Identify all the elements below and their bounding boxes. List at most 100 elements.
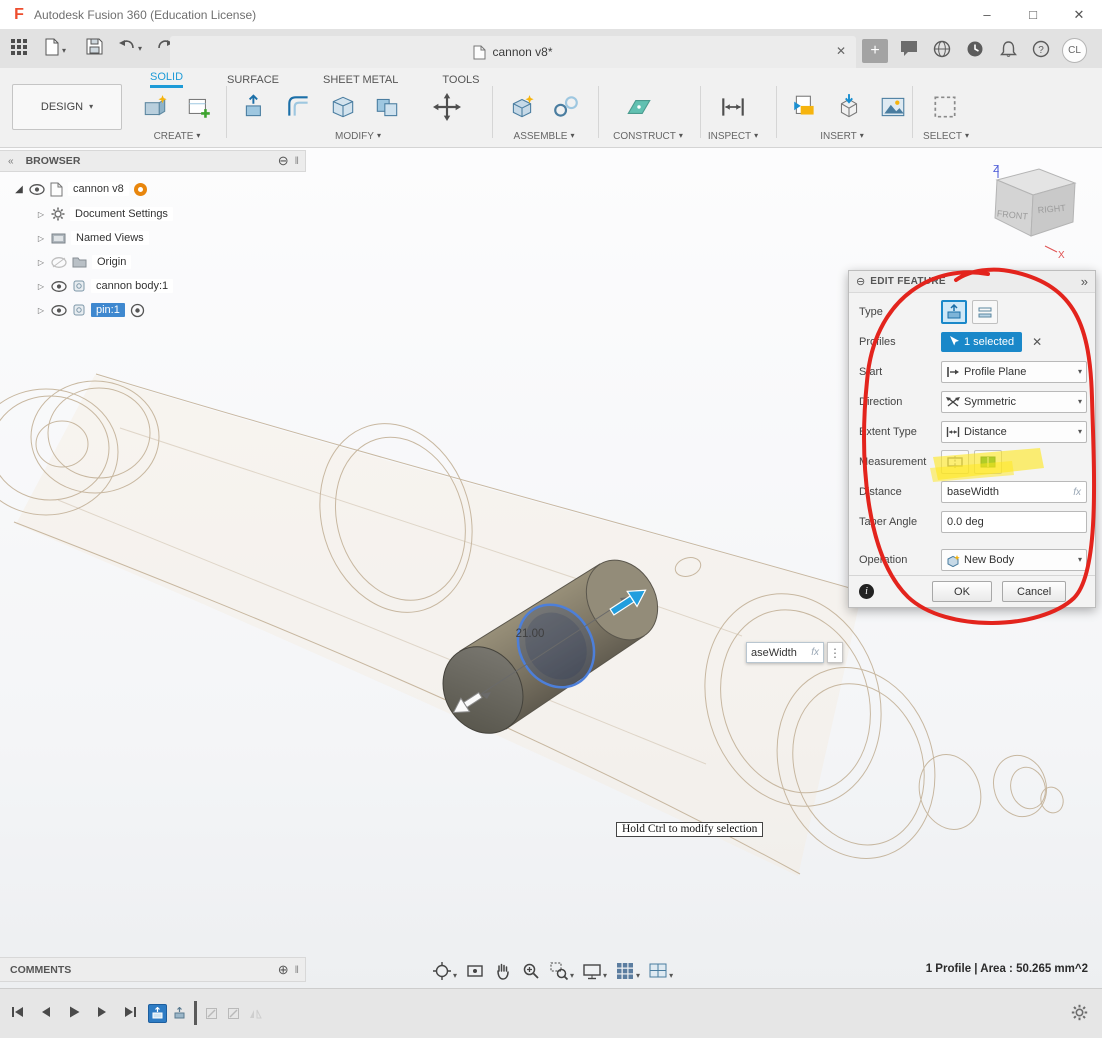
- tab-sheet-metal[interactable]: SHEET METAL: [323, 74, 398, 88]
- construct-group-button[interactable]: CONSTRUCT ▾: [600, 131, 696, 142]
- create-sketch-button[interactable]: [182, 90, 216, 124]
- viewcube[interactable]: FRONT RIGHT Z X: [975, 160, 1095, 265]
- insert-group-button[interactable]: INSERT ▾: [788, 131, 896, 142]
- shell-button[interactable]: [326, 90, 360, 124]
- browser-item-document-settings[interactable]: ▷ Document Settings: [36, 203, 173, 225]
- zoom-button[interactable]: [521, 961, 541, 981]
- create-group-button[interactable]: CREATE ▾: [138, 131, 216, 142]
- display-settings-button[interactable]: ▾: [582, 961, 607, 981]
- direction-dropdown[interactable]: Symmetric ▾: [941, 391, 1087, 413]
- step-forward-button[interactable]: [94, 1004, 110, 1020]
- expand-icon[interactable]: ▷: [36, 234, 46, 243]
- dialog-header[interactable]: ⊖ EDIT FEATURE »: [849, 271, 1095, 293]
- taper-angle-input[interactable]: 0.0 deg: [941, 511, 1087, 533]
- root-expand-icon[interactable]: ◢: [14, 184, 24, 195]
- timeline-feature-sketch[interactable]: [224, 1004, 243, 1023]
- job-status-button[interactable]: [966, 40, 984, 58]
- panel-grip-icon[interactable]: ‖: [295, 964, 299, 976]
- profiles-selected-chip[interactable]: 1 selected: [941, 332, 1022, 352]
- zoom-window-button[interactable]: ▾: [549, 961, 574, 981]
- root-label[interactable]: cannon v8: [68, 182, 129, 196]
- joint-button[interactable]: [549, 90, 583, 124]
- dialog-expand-icon[interactable]: »: [1081, 274, 1088, 289]
- file-menu-button[interactable]: ▾: [44, 38, 66, 56]
- timeline-position-marker[interactable]: [194, 1001, 197, 1025]
- orbit-button[interactable]: ▾: [432, 961, 457, 981]
- assemble-group-button[interactable]: ASSEMBLE ▾: [498, 131, 590, 142]
- expand-icon[interactable]: ▷: [36, 282, 46, 291]
- visibility-eye-icon[interactable]: [29, 184, 45, 195]
- visibility-eye-icon[interactable]: [51, 305, 67, 316]
- ok-button[interactable]: OK: [932, 581, 992, 602]
- visibility-off-eye-icon[interactable]: [51, 257, 67, 268]
- browser-item-pin[interactable]: ▷ pin:1: [36, 299, 145, 321]
- web-button[interactable]: [933, 40, 951, 58]
- timeline-feature-sketch[interactable]: [202, 1004, 221, 1023]
- add-comment-icon[interactable]: ⊕: [278, 962, 289, 978]
- construct-plane-button[interactable]: [622, 90, 656, 124]
- extent-type-dropdown[interactable]: Distance ▾: [941, 421, 1087, 443]
- select-group-button[interactable]: SELECT ▾: [912, 131, 980, 142]
- tab-close-icon[interactable]: ✕: [836, 44, 846, 58]
- extrude-solid-type-button[interactable]: [941, 300, 967, 324]
- item-label[interactable]: Origin: [92, 255, 131, 269]
- measure-button[interactable]: [716, 90, 750, 124]
- item-label-selected[interactable]: pin:1: [91, 303, 125, 317]
- go-to-start-button[interactable]: [10, 1004, 26, 1020]
- measurement-whole-button[interactable]: [974, 450, 1002, 474]
- item-label[interactable]: cannon body:1: [91, 279, 173, 293]
- activate-component-icon[interactable]: [130, 303, 145, 318]
- help-button[interactable]: ?: [1032, 40, 1050, 58]
- measurement-half-button[interactable]: [941, 450, 969, 474]
- notifications-button[interactable]: [1000, 40, 1017, 58]
- maximize-button[interactable]: □: [1010, 0, 1056, 30]
- go-to-end-button[interactable]: [122, 1004, 138, 1020]
- tab-solid[interactable]: SOLID: [150, 71, 183, 88]
- expand-icon[interactable]: ▷: [36, 306, 46, 315]
- app-grid-button[interactable]: [10, 38, 28, 56]
- close-button[interactable]: ✕: [1056, 0, 1102, 30]
- undo-button[interactable]: ▾: [118, 38, 142, 54]
- press-pull-button[interactable]: [238, 90, 272, 124]
- distance-input[interactable]: baseWidth fx: [941, 481, 1087, 503]
- item-label[interactable]: Document Settings: [70, 207, 173, 221]
- pan-button[interactable]: [493, 961, 513, 981]
- collapse-panel-icon[interactable]: «: [8, 156, 14, 167]
- select-button[interactable]: [928, 90, 962, 124]
- browser-item-named-views[interactable]: ▷ Named Views: [36, 227, 149, 249]
- extrude-thin-type-button[interactable]: [972, 300, 998, 324]
- modify-group-button[interactable]: MODIFY ▾: [238, 131, 478, 142]
- workspace-switcher[interactable]: DESIGN ▾: [12, 84, 122, 130]
- fillet-button[interactable]: [282, 90, 316, 124]
- move-copy-button[interactable]: [430, 90, 464, 124]
- viewports-button[interactable]: ▾: [648, 961, 673, 981]
- visibility-eye-icon[interactable]: [51, 281, 67, 292]
- expand-icon[interactable]: ▷: [36, 210, 46, 219]
- timeline-feature-extrude-selected[interactable]: [148, 1004, 167, 1023]
- insert-mesh-button[interactable]: [832, 90, 866, 124]
- new-tab-button[interactable]: +: [862, 39, 888, 63]
- timeline-feature-mirror[interactable]: [246, 1004, 265, 1023]
- start-dropdown[interactable]: Profile Plane ▾: [941, 361, 1087, 383]
- create-form-button[interactable]: [138, 90, 172, 124]
- look-at-button[interactable]: [465, 961, 485, 981]
- dialog-collapse-icon[interactable]: ⊖: [856, 275, 865, 288]
- cancel-button[interactable]: Cancel: [1002, 581, 1066, 602]
- step-back-button[interactable]: [38, 1004, 54, 1020]
- inspect-group-button[interactable]: INSPECT ▾: [696, 131, 770, 142]
- browser-item-origin[interactable]: ▷ Origin: [36, 251, 131, 273]
- save-button[interactable]: [86, 38, 103, 55]
- account-avatar[interactable]: CL: [1062, 38, 1087, 63]
- floating-dimension-input[interactable]: aseWidth fx ⋮: [746, 642, 843, 663]
- canvas-insert-button[interactable]: [876, 90, 910, 124]
- item-label[interactable]: Named Views: [71, 231, 149, 245]
- combine-button[interactable]: [370, 90, 404, 124]
- operation-dropdown[interactable]: New Body ▾: [941, 549, 1087, 571]
- panel-minus-icon[interactable]: ⊖: [278, 153, 289, 169]
- minimize-button[interactable]: –: [964, 0, 1010, 30]
- comments-bar[interactable]: COMMENTS ⊕ ‖: [0, 957, 306, 982]
- timeline-feature-extrude[interactable]: [170, 1004, 189, 1023]
- clear-selection-icon[interactable]: ✕: [1032, 335, 1042, 349]
- tab-tools[interactable]: TOOLS: [442, 74, 479, 88]
- browser-root-row[interactable]: ◢ cannon v8: [14, 178, 147, 200]
